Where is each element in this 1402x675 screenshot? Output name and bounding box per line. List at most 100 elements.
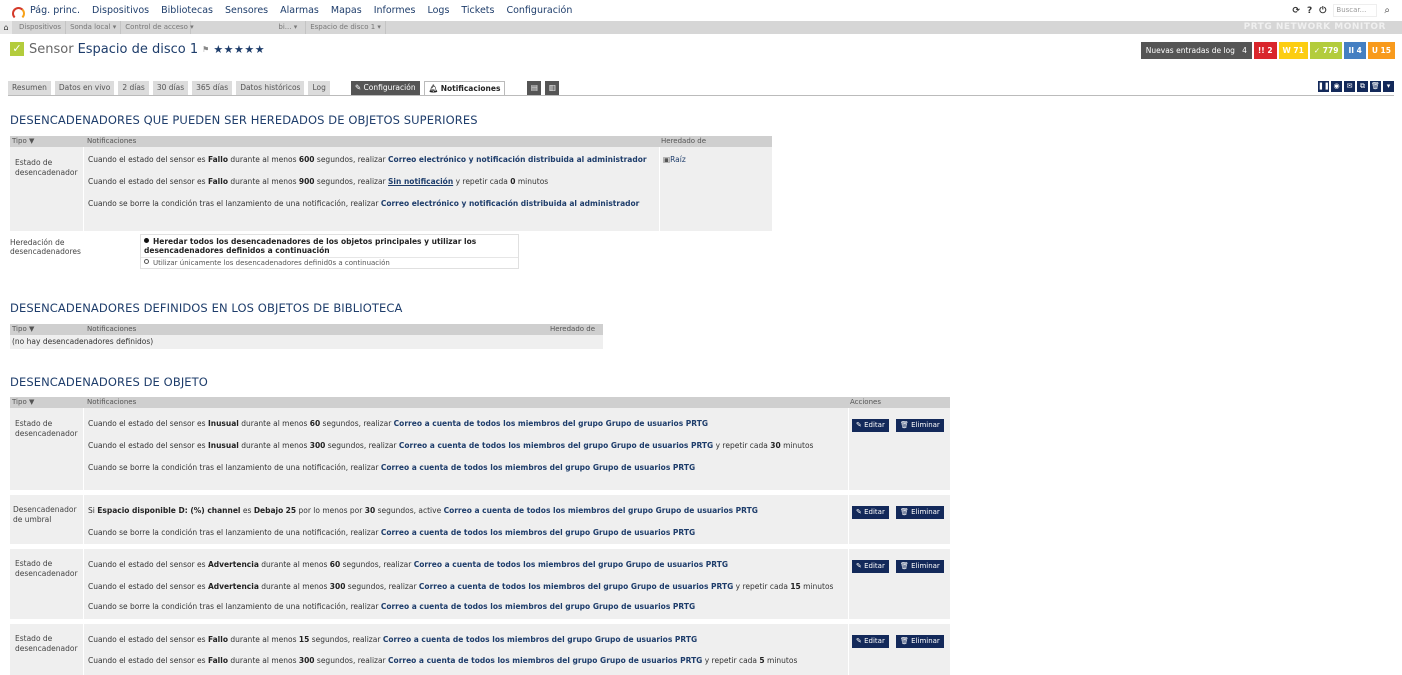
refresh-icon[interactable]: ⟳ bbox=[1292, 6, 1300, 16]
search-icon[interactable]: ⌕ bbox=[1384, 5, 1390, 16]
prtg-logo-icon[interactable] bbox=[12, 5, 25, 20]
delete-button[interactable]: 🗑︎ Eliminar bbox=[896, 560, 944, 573]
col-type[interactable]: Tipo ▼ bbox=[12, 136, 34, 147]
delete-button[interactable]: 🗑︎ Eliminar bbox=[896, 419, 944, 432]
notification-link[interactable]: Correo a cuenta de todos los miembros de… bbox=[383, 635, 697, 644]
notification-link[interactable]: Correo a cuenta de todos los miembros de… bbox=[394, 419, 708, 428]
tab-live-data[interactable]: Datos en vivo bbox=[54, 81, 115, 95]
breadcrumb-group[interactable]: Control de acceso ▾ bbox=[121, 21, 194, 34]
badge-paused[interactable]: II 4 bbox=[1344, 42, 1366, 59]
tab-historic-data[interactable]: Datos históricos bbox=[236, 81, 305, 95]
new-log-entries-button[interactable]: Nuevas entradas de log 4 bbox=[1140, 42, 1252, 59]
breadcrumb-device[interactable]: bi... ▾ bbox=[191, 21, 307, 34]
state: Inusual bbox=[207, 441, 239, 450]
bell-icon: 🔔︎ bbox=[428, 84, 441, 93]
notification-link[interactable]: Correo a cuenta de todos los miembros de… bbox=[414, 560, 728, 569]
delete-button[interactable]: 🗑︎ Eliminar bbox=[896, 506, 944, 519]
text: Cuando el estado del sensor es bbox=[88, 177, 208, 186]
seconds: 60 bbox=[309, 419, 321, 428]
radio-only-defined[interactable]: Utilizar únicamente los desencadenadores… bbox=[144, 259, 390, 267]
tab-comments-icon[interactable]: ▤ bbox=[527, 81, 542, 95]
email-icon[interactable]: ✉ bbox=[1344, 81, 1355, 92]
text: Cuando el estado del sensor es bbox=[88, 656, 208, 665]
delete-label: Eliminar bbox=[911, 637, 940, 645]
root-link[interactable]: Raíz bbox=[670, 155, 686, 164]
section-object-title: DESENCADENADORES DE OBJETO bbox=[10, 375, 208, 389]
breadcrumb-devices[interactable]: Dispositivos bbox=[15, 21, 67, 34]
delete-button[interactable]: 🗑︎ Eliminar bbox=[896, 635, 944, 648]
breadcrumb-probe[interactable]: Sonda local ▾ bbox=[66, 21, 122, 34]
breadcrumb-sensor[interactable]: Espacio de disco 1 ▾ bbox=[306, 21, 386, 34]
text: minutos bbox=[764, 656, 798, 665]
edit-button[interactable]: ✎ Editar bbox=[852, 506, 889, 519]
nav-logs[interactable]: Logs bbox=[427, 5, 449, 16]
tab-2-days[interactable]: 2 días bbox=[118, 81, 149, 95]
delete-icon[interactable]: 🗑︎ bbox=[1370, 81, 1381, 92]
edit-label: Editar bbox=[864, 421, 885, 429]
col-type[interactable]: Tipo ▼ bbox=[12, 397, 34, 408]
flag-icon[interactable]: ⚑ bbox=[202, 45, 209, 54]
tab-365-days[interactable]: 365 días bbox=[192, 81, 233, 95]
tab-notifications[interactable]: 🔔︎ Notificaciones bbox=[423, 81, 506, 95]
notification-link[interactable]: Correo a cuenta de todos los miembros de… bbox=[444, 506, 758, 515]
tab-overview[interactable]: Resumen bbox=[8, 81, 51, 95]
badge-warning[interactable]: W 71 bbox=[1278, 42, 1308, 59]
text: durante al menos bbox=[238, 419, 310, 428]
col-type[interactable]: Tipo ▼ bbox=[12, 324, 34, 335]
pause-icon[interactable]: ❚❚ bbox=[1318, 81, 1330, 92]
nav-libraries[interactable]: Bibliotecas bbox=[161, 5, 213, 16]
help-icon[interactable]: ? bbox=[1307, 6, 1312, 16]
state: Inusual bbox=[207, 419, 239, 428]
text: Cuando se borre la condición tras el lan… bbox=[88, 199, 381, 208]
badge-down[interactable]: !! 2 bbox=[1253, 42, 1277, 59]
edit-button[interactable]: ✎ Editar bbox=[852, 419, 889, 432]
sensor-name[interactable]: Espacio de disco 1 bbox=[78, 42, 199, 57]
trigger-line: Cuando el estado del sensor es Inusual d… bbox=[88, 441, 813, 450]
search-input[interactable]: Buscar... bbox=[1333, 4, 1378, 17]
tab-settings[interactable]: ✎ Configuración bbox=[350, 81, 420, 95]
text: segundos, realizar bbox=[320, 419, 394, 428]
inherited-from-link[interactable]: ▣Raíz bbox=[663, 155, 686, 164]
edit-button[interactable]: ✎ Editar bbox=[852, 560, 889, 573]
text: durante al menos bbox=[238, 441, 310, 450]
tab-history-icon[interactable]: ▥ bbox=[545, 81, 560, 95]
nav-alarms[interactable]: Alarmas bbox=[280, 5, 319, 16]
text: Si bbox=[88, 506, 98, 515]
priority-stars[interactable]: ★★★★★ bbox=[213, 43, 265, 56]
radio-inherit-all-label: Heredar todos los desencadenadores de lo… bbox=[144, 237, 477, 255]
notification-link[interactable]: Correo a cuenta de todos los miembros de… bbox=[399, 441, 713, 450]
notification-link[interactable]: Correo a cuenta de todos los miembros de… bbox=[419, 582, 733, 591]
nav-reports[interactable]: Informes bbox=[374, 5, 416, 16]
notification-link[interactable]: Correo a cuenta de todos los miembros de… bbox=[381, 528, 695, 537]
nav-tools: ⟳ ? ⏻ Buscar... ⌕ bbox=[1292, 4, 1390, 17]
notification-link[interactable]: Correo a cuenta de todos los miembros de… bbox=[381, 463, 695, 472]
empty-message: (no hay desencadenadores definidos) bbox=[12, 337, 154, 346]
text: durante al menos bbox=[258, 560, 330, 569]
logout-icon[interactable]: ⏻ bbox=[1319, 6, 1326, 16]
seconds: 60 bbox=[329, 560, 341, 569]
nav-devices[interactable]: Dispositivos bbox=[92, 5, 149, 16]
more-dropdown-icon[interactable]: ▾ bbox=[1383, 81, 1394, 92]
value: 25 bbox=[285, 506, 297, 515]
nav-maps[interactable]: Mapas bbox=[331, 5, 362, 16]
edit-button[interactable]: ✎ Editar bbox=[852, 635, 889, 648]
tab-log[interactable]: Log bbox=[308, 81, 330, 95]
nav-home[interactable]: Pág. princ. bbox=[30, 5, 80, 16]
badge-unusual[interactable]: U 15 bbox=[1367, 42, 1395, 59]
state: Fallo bbox=[207, 177, 228, 186]
notification-link[interactable]: Sin notificación bbox=[388, 177, 453, 186]
state: Fallo bbox=[207, 155, 228, 164]
nav-settings[interactable]: Configuración bbox=[506, 5, 572, 16]
nav-tickets[interactable]: Tickets bbox=[461, 5, 494, 16]
tab-30-days[interactable]: 30 días bbox=[152, 81, 189, 95]
notification-link[interactable]: Correo a cuenta de todos los miembros de… bbox=[388, 656, 702, 665]
notification-link[interactable]: Correo electrónico y notificación distri… bbox=[381, 199, 640, 208]
nav-sensors[interactable]: Sensores bbox=[225, 5, 268, 16]
check-now-icon[interactable]: ◉ bbox=[1331, 81, 1342, 92]
home-icon[interactable]: ⌂ bbox=[0, 21, 12, 34]
notification-link[interactable]: Correo a cuenta de todos los miembros de… bbox=[381, 602, 695, 611]
clone-icon[interactable]: ⧉ bbox=[1357, 81, 1368, 92]
notification-link[interactable]: Correo electrónico y notificación distri… bbox=[388, 155, 647, 164]
radio-inherit-all[interactable]: Heredar todos los desencadenadores de lo… bbox=[144, 237, 514, 255]
badge-up[interactable]: ✓ 779 bbox=[1309, 42, 1343, 59]
